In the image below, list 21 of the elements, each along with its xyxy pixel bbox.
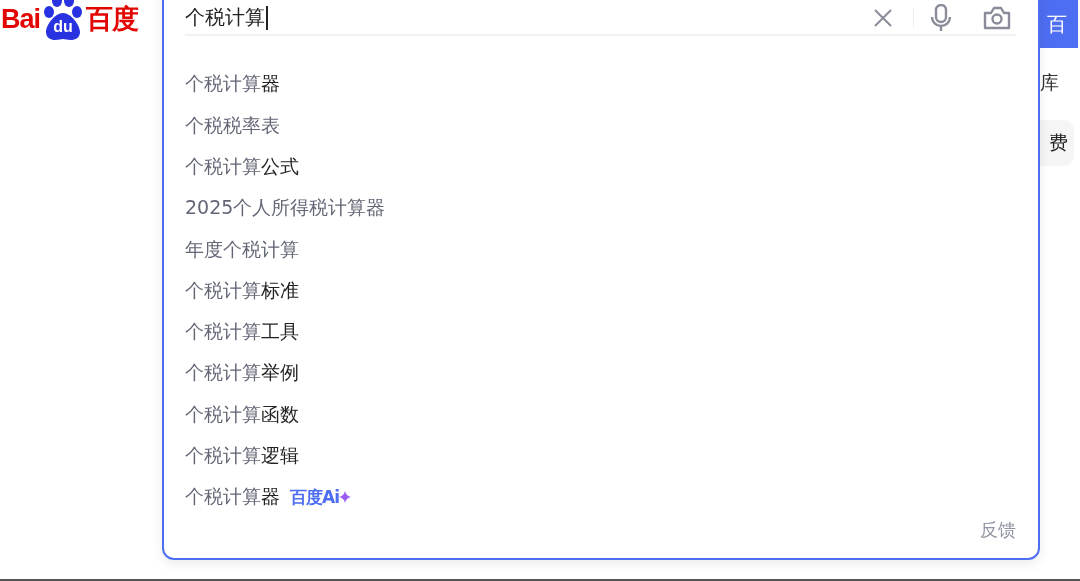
suggestion-item[interactable]: 个税计算举例 [185,360,299,387]
suggestion-item[interactable]: 个税税率表 [185,112,280,139]
logo-text: 百度 [86,3,139,36]
ai-badge[interactable]: 百度Ai [290,485,339,509]
search-field[interactable]: 个税计算 [185,4,265,32]
suggestion-item[interactable]: 个税计算器 [185,71,280,98]
suggestion-item[interactable]: 个税计算工具 [185,319,299,346]
nav-link[interactable]: 库 [1040,70,1080,96]
suggestion-item[interactable]: 个税计算标准 [185,277,299,304]
close-icon[interactable] [873,7,893,28]
camera-icon[interactable] [982,4,1012,31]
suggestion-item[interactable]: 个税计算函数 [185,401,299,428]
microphone-icon[interactable] [930,3,952,32]
logo-text: du [52,19,74,35]
sparkle-icon [339,491,351,504]
logo-text: Bai [1,3,41,35]
suggestion-item[interactable]: 个税计算公式 [185,153,299,180]
suggestion-item[interactable]: 2025个人所得税计算器 [185,195,386,222]
suggestion-item[interactable]: 个税计算器 [185,484,280,511]
suggestion-item[interactable]: 年度个税计算 [185,236,299,263]
suggestion-item[interactable]: 个税计算逻辑 [185,443,299,470]
